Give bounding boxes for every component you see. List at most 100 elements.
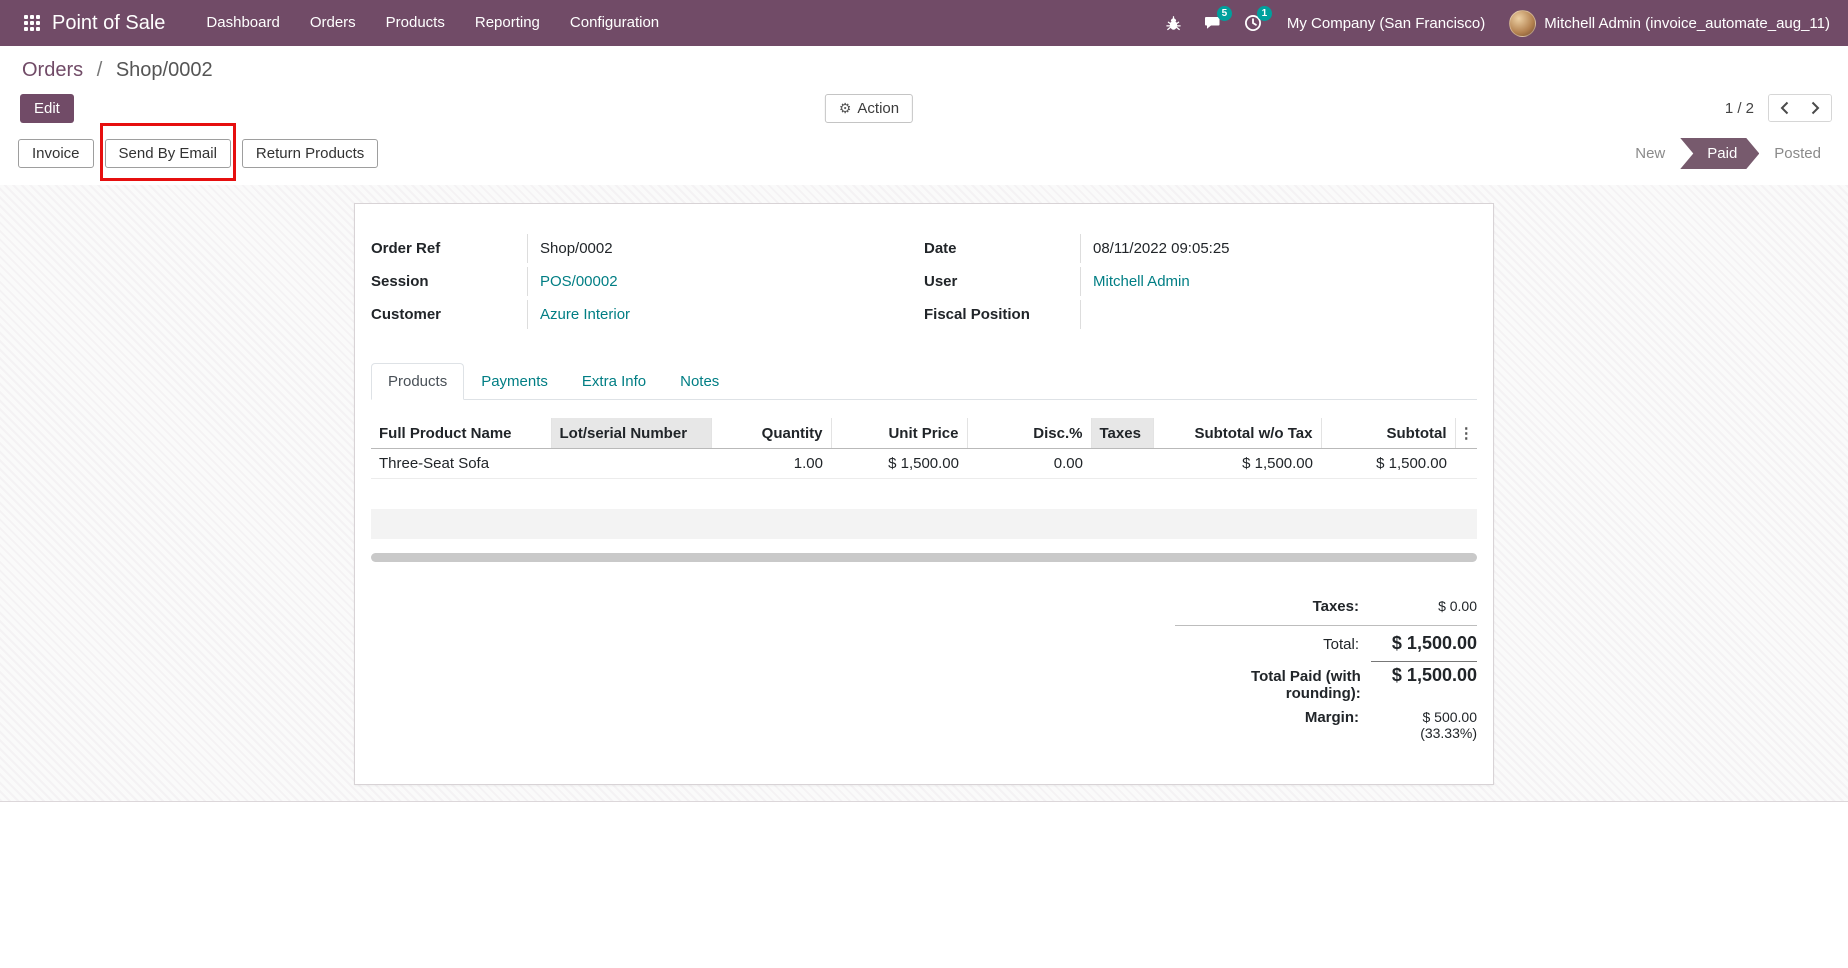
activities-button[interactable]: 1	[1233, 0, 1273, 46]
total-label: Total:	[1323, 636, 1359, 653]
cell-lot-serial-number	[551, 449, 711, 479]
field-group-left: Order Ref Shop/0002 Session POS/00002 Cu…	[371, 234, 924, 333]
date-value: 08/11/2022 09:05:25	[1081, 234, 1230, 263]
return-products-button[interactable]: Return Products	[242, 139, 378, 168]
send-by-email-button[interactable]: Send By Email	[105, 139, 231, 168]
debug-menu-button[interactable]	[1154, 0, 1193, 46]
chevron-left-icon	[1780, 101, 1789, 115]
tab-notes[interactable]: Notes	[663, 363, 736, 400]
customer-label: Customer	[371, 300, 528, 329]
messages-counter-badge: 5	[1217, 6, 1232, 21]
top-navbar: Point of Sale Dashboard Orders Products …	[0, 0, 1848, 46]
user-name: Mitchell Admin (invoice_automate_aug_11)	[1544, 15, 1830, 32]
field-session: Session POS/00002	[371, 267, 884, 300]
margin-label: Margin:	[1305, 709, 1359, 726]
field-date: Date 08/11/2022 09:05:25	[924, 234, 1437, 267]
total-paid-label: Total Paid (with rounding):	[1175, 668, 1361, 702]
messages-button[interactable]: 5	[1193, 0, 1233, 46]
order-ref-label: Order Ref	[371, 234, 528, 263]
cell-disc: 0.00	[967, 449, 1091, 479]
cell-full-product-name: Three-Seat Sofa	[371, 449, 551, 479]
cell-subtotal: $ 1,500.00	[1321, 449, 1455, 479]
empty-row	[371, 479, 1477, 509]
field-order-ref: Order Ref Shop/0002	[371, 234, 884, 267]
statusbar-row: Invoice Send By Email Return Products Ne…	[0, 124, 1848, 169]
fiscal-position-label: Fiscal Position	[924, 300, 1081, 329]
apps-menu-button[interactable]	[14, 0, 50, 46]
col-full-product-name[interactable]: Full Product Name	[371, 418, 551, 449]
chevron-right-icon	[1811, 101, 1820, 115]
totals-separator	[1175, 625, 1477, 626]
products-table: Full Product Name Lot/serial Number Quan…	[371, 418, 1477, 539]
optional-columns-toggle[interactable]: ⋮	[1455, 418, 1477, 449]
action-menu-label: Action	[857, 100, 899, 117]
col-taxes[interactable]: Taxes	[1091, 418, 1153, 449]
col-unit-price[interactable]: Unit Price	[831, 418, 967, 449]
menu-configuration[interactable]: Configuration	[555, 0, 674, 46]
notebook-tabs: Products Payments Extra Info Notes	[371, 363, 1477, 400]
app-brand[interactable]: Point of Sale	[52, 12, 165, 35]
user-menu[interactable]: Mitchell Admin (invoice_automate_aug_11)	[1499, 10, 1836, 37]
cell-unit-price: $ 1,500.00	[831, 449, 967, 479]
breadcrumb-orders-link[interactable]: Orders	[22, 59, 83, 81]
pager-next-button[interactable]	[1800, 95, 1831, 121]
user-link[interactable]: Mitchell Admin	[1081, 267, 1190, 296]
action-menu-button[interactable]: ⚙ Action	[825, 94, 913, 123]
col-disc[interactable]: Disc.%	[967, 418, 1091, 449]
send-by-email-highlight-wrap: Send By Email	[105, 139, 231, 168]
field-group-right: Date 08/11/2022 09:05:25 User Mitchell A…	[924, 234, 1477, 333]
workflow-buttons: Invoice Send By Email Return Products	[18, 139, 378, 168]
table-horizontal-scrollbar[interactable]	[371, 553, 1477, 562]
menu-products[interactable]: Products	[371, 0, 460, 46]
menu-dashboard[interactable]: Dashboard	[191, 0, 294, 46]
total-value: $ 1,500.00	[1369, 633, 1477, 654]
table-header-row: Full Product Name Lot/serial Number Quan…	[371, 418, 1477, 449]
date-label: Date	[924, 234, 1081, 263]
column-toggle-icon: ⋮	[1459, 425, 1474, 442]
status-posted[interactable]: Posted	[1761, 140, 1834, 167]
user-label: User	[924, 267, 1081, 296]
field-groups: Order Ref Shop/0002 Session POS/00002 Cu…	[371, 234, 1477, 333]
edit-button[interactable]: Edit	[20, 94, 74, 123]
menu-reporting[interactable]: Reporting	[460, 0, 555, 46]
form-view-content: Order Ref Shop/0002 Session POS/00002 Cu…	[0, 185, 1848, 802]
session-link[interactable]: POS/00002	[528, 267, 618, 296]
invoice-button[interactable]: Invoice	[18, 139, 94, 168]
status-new[interactable]: New	[1622, 140, 1678, 167]
fiscal-position-value	[1081, 300, 1121, 321]
company-switcher[interactable]: My Company (San Francisco)	[1273, 15, 1499, 32]
bug-icon	[1165, 15, 1182, 32]
col-lot-serial-number[interactable]: Lot/serial Number	[551, 418, 711, 449]
systray: 5 1 My Company (San Francisco) Mitchell …	[1154, 0, 1836, 46]
status-paid: Paid	[1680, 138, 1759, 169]
order-ref-value: Shop/0002	[528, 234, 613, 263]
col-quantity[interactable]: Quantity	[711, 418, 831, 449]
margin-row: Margin: $ 500.00 (33.33%)	[1175, 709, 1477, 741]
order-totals: Taxes: $ 0.00 Total: $ 1,500.00 Total Pa…	[1175, 598, 1477, 741]
gear-icon: ⚙	[839, 100, 852, 117]
tab-extra-info[interactable]: Extra Info	[565, 363, 663, 400]
field-fiscal-position: Fiscal Position	[924, 300, 1437, 333]
app-menu: Dashboard Orders Products Reporting Conf…	[191, 0, 674, 46]
pager-value: 1 / 2	[1725, 100, 1754, 117]
empty-row	[371, 509, 1477, 539]
pager-buttons	[1768, 94, 1832, 122]
tab-products[interactable]: Products	[371, 363, 464, 400]
menu-orders[interactable]: Orders	[295, 0, 371, 46]
taxes-total-value: $ 0.00	[1369, 598, 1477, 614]
statusbar: New Paid Posted	[1622, 138, 1834, 169]
breadcrumb-current: Shop/0002	[116, 59, 213, 81]
total-row: Total: $ 1,500.00	[1175, 633, 1477, 654]
pager-previous-button[interactable]	[1769, 95, 1800, 121]
cell-quantity: 1.00	[711, 449, 831, 479]
customer-link[interactable]: Azure Interior	[528, 300, 630, 329]
field-customer: Customer Azure Interior	[371, 300, 884, 333]
activities-counter-badge: 1	[1257, 6, 1272, 21]
col-subtotal-wo-tax[interactable]: Subtotal w/o Tax	[1153, 418, 1321, 449]
table-row[interactable]: Three-Seat Sofa 1.00 $ 1,500.00 0.00 $ 1…	[371, 449, 1477, 479]
col-subtotal[interactable]: Subtotal	[1321, 418, 1455, 449]
taxes-total-row: Taxes: $ 0.00	[1175, 598, 1477, 615]
margin-value: $ 500.00 (33.33%)	[1369, 709, 1477, 741]
order-form-sheet: Order Ref Shop/0002 Session POS/00002 Cu…	[354, 203, 1494, 785]
tab-payments[interactable]: Payments	[464, 363, 565, 400]
